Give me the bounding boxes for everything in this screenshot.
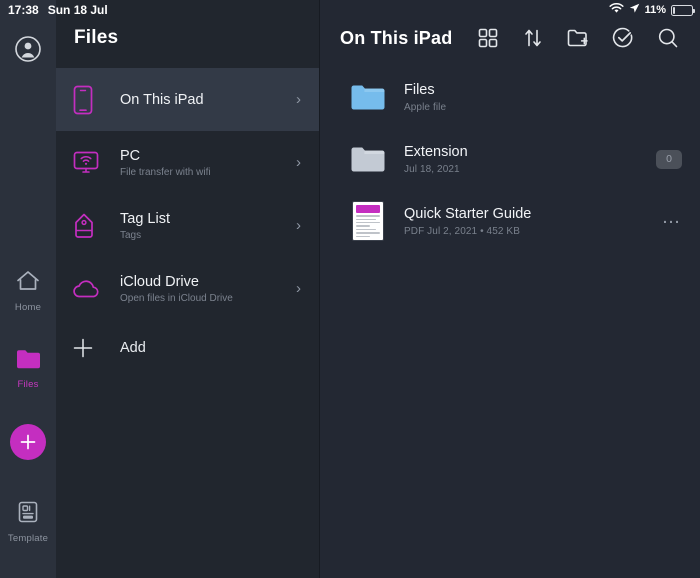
sidebar-item-add[interactable]: Add bbox=[56, 320, 319, 376]
sidebar-item-on-this-ipad[interactable]: On This iPad › bbox=[56, 68, 319, 131]
rail-label-template: Template bbox=[8, 533, 48, 544]
sidebar-item-text: iCloud Drive Open files in iCloud Drive bbox=[106, 274, 296, 304]
cloud-icon bbox=[72, 278, 106, 300]
chevron-right-icon: › bbox=[296, 92, 305, 107]
template-icon bbox=[16, 500, 40, 529]
content-toolbar bbox=[476, 26, 684, 50]
content-header: On This iPad bbox=[320, 0, 700, 58]
rail-label-home: Home bbox=[15, 302, 41, 313]
sidebar-item-text: On This iPad bbox=[106, 92, 296, 108]
monitor-wifi-icon bbox=[72, 150, 106, 176]
plus-icon bbox=[72, 337, 106, 359]
add-fab-button[interactable] bbox=[10, 424, 46, 460]
sort-icon[interactable] bbox=[521, 26, 545, 50]
sidebar-item-tag-list[interactable]: Tag List Tags › bbox=[56, 194, 319, 257]
more-options-icon[interactable]: … bbox=[662, 214, 683, 228]
file-name: Extension bbox=[404, 144, 656, 160]
file-meta: Jul 18, 2021 bbox=[404, 164, 656, 175]
sidebar-label-pc: PC bbox=[120, 148, 296, 164]
app-root: 17:38 Sun 18 Jul 11% bbox=[0, 0, 700, 578]
sidebar-panel: Files On This iPad › bbox=[56, 0, 320, 578]
rail-label-files: Files bbox=[17, 379, 38, 390]
sidebar-label-icloud-drive: iCloud Drive bbox=[120, 274, 296, 290]
content-panel: On This iPad bbox=[320, 0, 700, 578]
file-name: Files bbox=[404, 82, 682, 98]
blue-folder-icon bbox=[348, 83, 388, 112]
search-icon[interactable] bbox=[656, 26, 680, 50]
sidebar-header: Files bbox=[56, 0, 319, 58]
sidebar-item-text: PC File transfer with wifi bbox=[106, 148, 296, 178]
home-icon bbox=[15, 269, 41, 298]
grid-view-icon[interactable] bbox=[476, 26, 500, 50]
rail-item-files[interactable]: Files bbox=[0, 347, 56, 390]
file-meta: PDF Jul 2, 2021 • 452 KB bbox=[404, 226, 662, 237]
tag-icon bbox=[72, 212, 106, 240]
file-row-quick-starter-guide[interactable]: Quick Starter Guide PDF Jul 2, 2021 • 45… bbox=[320, 190, 700, 252]
sidebar-label-on-this-ipad: On This iPad bbox=[120, 92, 296, 108]
sidebar-item-icloud-drive[interactable]: iCloud Drive Open files in iCloud Drive … bbox=[56, 257, 319, 320]
left-rail: Home Files Te bbox=[0, 0, 56, 578]
file-text: Files Apple file bbox=[388, 82, 682, 113]
sidebar-item-text: Tag List Tags bbox=[106, 211, 296, 241]
item-count-badge: 0 bbox=[656, 150, 682, 169]
select-check-icon[interactable] bbox=[611, 26, 635, 50]
sidebar-sub-pc: File transfer with wifi bbox=[120, 167, 296, 178]
file-text: Extension Jul 18, 2021 bbox=[388, 144, 656, 175]
file-list: Files Apple file Extension Jul 18, 2021 … bbox=[320, 58, 700, 252]
sidebar-item-pc[interactable]: PC File transfer with wifi › bbox=[56, 131, 319, 194]
rail-item-home[interactable]: Home bbox=[0, 269, 56, 313]
new-folder-icon[interactable] bbox=[566, 26, 590, 50]
tablet-icon bbox=[72, 85, 106, 115]
page-title: On This iPad bbox=[340, 28, 452, 49]
gray-folder-icon bbox=[348, 145, 388, 174]
sidebar-nav-list: On This iPad › PC File transfer wi bbox=[56, 58, 319, 376]
file-row-extension[interactable]: Extension Jul 18, 2021 0 bbox=[320, 128, 700, 190]
file-row-files[interactable]: Files Apple file bbox=[320, 66, 700, 128]
sidebar-label-tag-list: Tag List bbox=[120, 211, 296, 227]
chevron-right-icon: › bbox=[296, 155, 305, 170]
file-name: Quick Starter Guide bbox=[404, 206, 662, 222]
sidebar-add-text: Add bbox=[106, 340, 319, 356]
folder-icon bbox=[15, 347, 42, 375]
chevron-right-icon: › bbox=[296, 281, 305, 296]
chevron-right-icon: › bbox=[296, 218, 305, 233]
sidebar-title: Files bbox=[74, 27, 118, 49]
sidebar-label-add: Add bbox=[120, 340, 319, 356]
account-avatar-icon[interactable] bbox=[15, 36, 41, 62]
pdf-thumbnail-icon bbox=[348, 202, 388, 240]
plus-icon bbox=[19, 433, 37, 451]
sidebar-sub-icloud-drive: Open files in iCloud Drive bbox=[120, 293, 296, 304]
sidebar-sub-tag-list: Tags bbox=[120, 230, 296, 241]
file-meta: Apple file bbox=[404, 102, 682, 113]
file-text: Quick Starter Guide PDF Jul 2, 2021 • 45… bbox=[388, 206, 662, 237]
rail-item-template[interactable]: Template bbox=[0, 500, 56, 544]
